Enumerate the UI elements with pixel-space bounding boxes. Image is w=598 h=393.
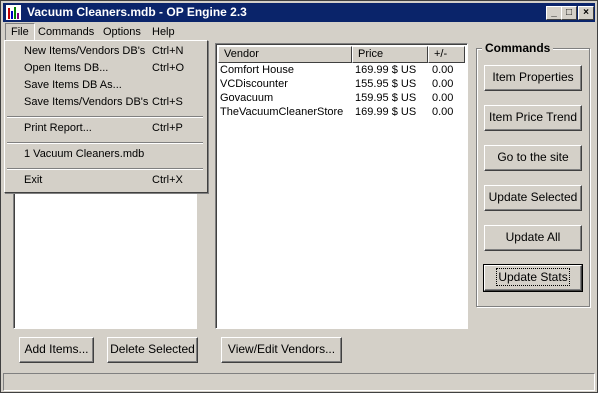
close-icon: × bbox=[583, 7, 589, 18]
menu-item-open-db[interactable]: Open Items DB... Ctrl+O bbox=[7, 60, 203, 77]
menu-item-exit[interactable]: Exit Ctrl+X bbox=[7, 172, 203, 189]
price-cell: 169.99 $ US bbox=[355, 64, 417, 76]
item-properties-label: Item Properties bbox=[492, 70, 574, 84]
minimize-button[interactable]: _ bbox=[546, 6, 562, 20]
view-edit-vendors-button[interactable]: View/Edit Vendors... bbox=[221, 337, 342, 363]
update-all-label: Update All bbox=[505, 230, 561, 244]
menu-item-shortcut: Ctrl+P bbox=[152, 122, 183, 134]
price-cell: 155.95 $ US bbox=[355, 78, 417, 90]
status-bar bbox=[3, 373, 595, 391]
item-price-trend-label: Item Price Trend bbox=[488, 110, 578, 124]
menu-commands-label: Commands bbox=[38, 26, 95, 38]
menu-separator bbox=[7, 142, 203, 144]
column-vendor[interactable]: Vendor bbox=[218, 46, 352, 63]
close-button[interactable]: × bbox=[578, 6, 594, 20]
menu-item-shortcut: Ctrl+O bbox=[152, 62, 185, 74]
table-row[interactable]: Comfort House 169.99 $ US 0.00 bbox=[220, 64, 465, 77]
menu-separator bbox=[7, 168, 203, 170]
menu-item-label: Open Items DB... bbox=[24, 62, 109, 74]
table-row[interactable]: VCDiscounter 155.95 $ US 0.00 bbox=[220, 78, 465, 91]
price-cell: 169.99 $ US bbox=[355, 106, 417, 118]
update-stats-label: Update Stats bbox=[496, 268, 570, 286]
column-change[interactable]: +/- bbox=[428, 46, 465, 63]
table-row[interactable]: Govacuum 159.95 $ US 0.00 bbox=[220, 92, 465, 105]
menu-item-save-db-as[interactable]: Save Items DB As... bbox=[7, 77, 203, 94]
menu-separator bbox=[7, 116, 203, 118]
update-stats-button[interactable]: Update Stats bbox=[483, 264, 583, 292]
app-bar-chart-icon[interactable] bbox=[6, 5, 21, 20]
title-bar[interactable]: Vacuum Cleaners.mdb - OP Engine 2.3 _ □ … bbox=[3, 3, 595, 22]
vendors-listview[interactable]: Vendor Price +/- Comfort House 169.99 $ … bbox=[215, 43, 468, 329]
menu-item-label: New Items/Vendors DB's bbox=[24, 45, 146, 57]
menu-file-label: File bbox=[11, 26, 29, 38]
price-cell: 159.95 $ US bbox=[355, 92, 417, 104]
menu-item-print-report[interactable]: Print Report... Ctrl+P bbox=[7, 120, 203, 137]
menu-item-label: Print Report... bbox=[24, 122, 92, 134]
minimize-icon: _ bbox=[551, 7, 557, 18]
menu-item-label: Save Items/Vendors DB's bbox=[24, 96, 149, 108]
add-items-label: Add Items... bbox=[24, 342, 89, 356]
change-cell: 0.00 bbox=[432, 92, 454, 104]
menu-file[interactable]: File bbox=[5, 23, 35, 41]
menu-help-label: Help bbox=[152, 26, 175, 38]
go-to-site-button[interactable]: Go to the site bbox=[484, 145, 582, 171]
menu-item-new-db[interactable]: New Items/Vendors DB's Ctrl+N bbox=[7, 43, 203, 60]
menu-options-label: Options bbox=[103, 26, 141, 38]
table-row[interactable]: TheVacuumCleanerStore 169.99 $ US 0.00 bbox=[220, 106, 465, 119]
menu-item-shortcut: Ctrl+N bbox=[152, 45, 184, 57]
change-cell: 0.00 bbox=[432, 106, 454, 118]
menu-commands[interactable]: Commands bbox=[33, 24, 99, 40]
item-properties-button[interactable]: Item Properties bbox=[484, 65, 582, 91]
vendor-cell: TheVacuumCleanerStore bbox=[220, 106, 344, 118]
view-edit-vendors-label: View/Edit Vendors... bbox=[227, 342, 336, 356]
file-menu-dropdown: New Items/Vendors DB's Ctrl+N Open Items… bbox=[4, 40, 208, 193]
app-window: Vacuum Cleaners.mdb - OP Engine 2.3 _ □ … bbox=[0, 0, 598, 393]
vendor-cell: VCDiscounter bbox=[220, 78, 288, 90]
vendor-cell: Comfort House bbox=[220, 64, 294, 76]
menu-bar: File Commands Options Help bbox=[3, 22, 595, 41]
maximize-icon: □ bbox=[565, 7, 573, 18]
item-price-trend-button[interactable]: Item Price Trend bbox=[484, 105, 582, 131]
add-items-button[interactable]: Add Items... bbox=[19, 337, 94, 363]
update-all-button[interactable]: Update All bbox=[484, 225, 582, 251]
column-price[interactable]: Price bbox=[352, 46, 428, 63]
go-to-site-label: Go to the site bbox=[497, 150, 569, 164]
menu-item-shortcut: Ctrl+X bbox=[152, 174, 183, 186]
menu-options[interactable]: Options bbox=[98, 24, 146, 40]
menu-item-label: Save Items DB As... bbox=[24, 79, 122, 91]
vendors-header: Vendor Price +/- bbox=[218, 46, 465, 63]
delete-selected-label: Delete Selected bbox=[110, 342, 195, 356]
update-selected-button[interactable]: Update Selected bbox=[484, 185, 582, 211]
menu-item-save-dbs[interactable]: Save Items/Vendors DB's Ctrl+S bbox=[7, 94, 203, 111]
change-cell: 0.00 bbox=[432, 64, 454, 76]
menu-item-recent-file[interactable]: 1 Vacuum Cleaners.mdb bbox=[7, 146, 203, 163]
change-cell: 0.00 bbox=[432, 78, 454, 90]
vendor-cell: Govacuum bbox=[220, 92, 274, 104]
maximize-button[interactable]: □ bbox=[561, 6, 577, 20]
menu-item-shortcut: Ctrl+S bbox=[152, 96, 183, 108]
window-title: Vacuum Cleaners.mdb - OP Engine 2.3 bbox=[27, 5, 247, 19]
delete-selected-button[interactable]: Delete Selected bbox=[107, 337, 198, 363]
commands-group-label: Commands bbox=[482, 41, 554, 55]
update-selected-label: Update Selected bbox=[488, 190, 578, 204]
menu-item-label: 1 Vacuum Cleaners.mdb bbox=[24, 148, 145, 160]
menu-help[interactable]: Help bbox=[147, 24, 180, 40]
menu-item-label: Exit bbox=[24, 174, 43, 186]
